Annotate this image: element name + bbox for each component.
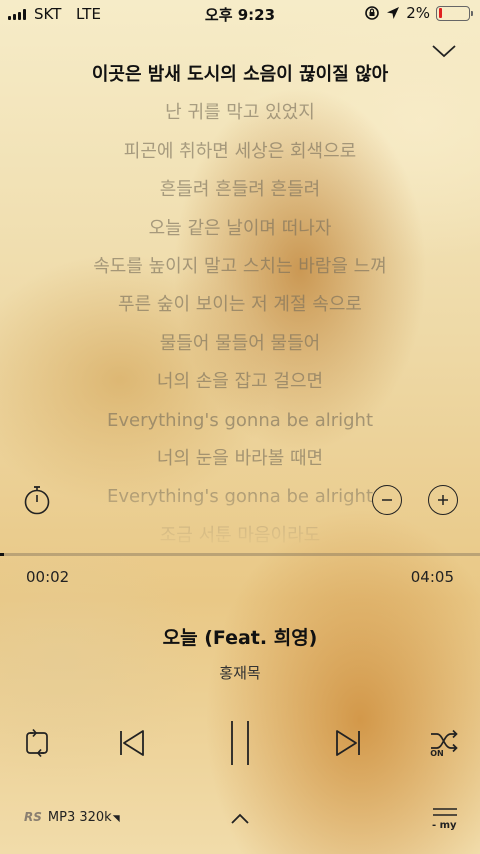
sleep-timer-button[interactable] — [22, 484, 52, 516]
expand-playlist-button[interactable] — [228, 810, 252, 828]
lyric-line: Everything's gonna be alright — [106, 409, 374, 431]
status-icons: 2% — [364, 4, 473, 22]
lyric-line: 물들어 물들어 물들어 — [159, 332, 321, 354]
minus-icon — [382, 499, 392, 501]
playback-progress-fill — [0, 553, 4, 556]
chevron-up-icon — [231, 813, 249, 824]
audio-quality-label: MP3 320k — [47, 810, 112, 825]
repeat-icon — [26, 728, 48, 758]
repeat-button[interactable] — [20, 726, 54, 760]
battery-icon — [436, 5, 473, 21]
rotation-lock-icon — [365, 6, 380, 20]
lyric-line: 흔들려 흔들려 흔들려 — [159, 179, 321, 201]
rs-logo: RS — [24, 810, 42, 824]
lyric-line: 너의 눈을 바라볼 때면 — [156, 447, 324, 469]
lyric-line: 푸른 숲이 보이는 저 계절 속으로 — [118, 294, 362, 316]
audio-quality-selector[interactable]: RS MP3 320k ◥ — [24, 810, 120, 825]
previous-track-button[interactable] — [112, 724, 150, 762]
lyrics-font-increase-button[interactable] — [428, 485, 458, 515]
pause-icon — [231, 721, 249, 765]
lyrics-panel[interactable]: 이곳은 밤새 도시의 소음이 끊이질 않아난 귀를 막고 있었지피곤에 취하면 … — [0, 56, 480, 550]
corner-triangle-icon: ◥ — [112, 814, 120, 824]
skip-next-icon — [336, 730, 360, 756]
location-arrow-icon — [387, 7, 400, 19]
pause-button[interactable] — [220, 718, 260, 768]
lyrics-font-decrease-button[interactable] — [372, 485, 402, 515]
battery-level — [438, 8, 442, 18]
lyric-line: 피곤에 취하면 세상은 회색으로 — [123, 140, 357, 162]
playback-progress-bar[interactable] — [0, 553, 480, 556]
lyric-line-current: 이곳은 밤새 도시의 소음이 끊이질 않아 — [91, 64, 389, 85]
stopwatch-icon — [24, 486, 50, 515]
skip-previous-icon — [120, 730, 144, 756]
artist-name[interactable]: 홍재목 — [0, 662, 480, 683]
lyric-line: 조금 서툰 마음이라도 — [159, 524, 321, 546]
plus-icon — [438, 495, 448, 505]
playlist-icon — [433, 808, 457, 816]
lyric-line: 너의 손을 잡고 걸으면 — [156, 371, 324, 393]
battery-percent: 2% — [406, 4, 430, 22]
my-playlist-label: - my — [432, 820, 457, 831]
lyric-line: Everything's gonna be alright — [106, 486, 374, 508]
total-time: 04:05 — [410, 568, 454, 586]
lyric-line: 난 귀를 막고 있었지 — [165, 102, 315, 124]
shuffle-button[interactable]: ON — [424, 724, 464, 762]
lyric-line: 오늘 같은 날이며 떠나자 — [148, 217, 332, 239]
elapsed-time: 00:02 — [26, 568, 70, 586]
shuffle-state-label: ON — [430, 748, 444, 758]
lyric-line: 속도를 높이지 말고 스치는 바람을 느껴 — [93, 255, 387, 277]
song-title: 오늘 (Feat. 희영) — [162, 627, 318, 649]
status-bar: SKT LTE 오후 9:23 2% — [0, 0, 480, 28]
next-track-button[interactable] — [330, 724, 368, 762]
